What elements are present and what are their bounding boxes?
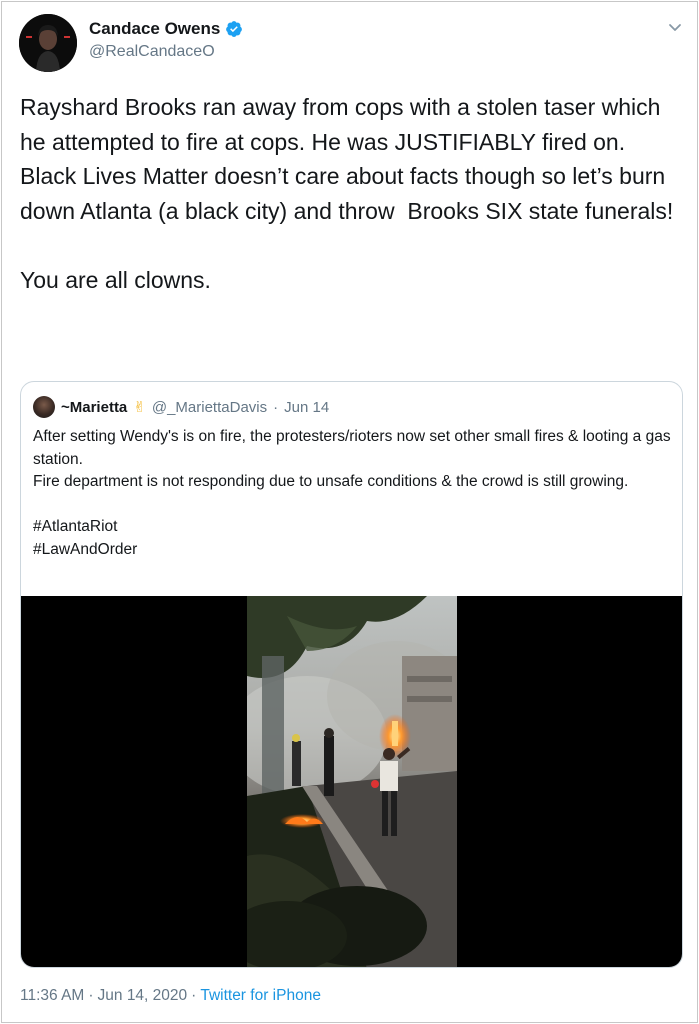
tweet-header: Candace Owens @RealCandaceO — [19, 14, 684, 74]
chevron-down-icon[interactable] — [666, 18, 684, 36]
quoted-date: Jun 14 — [284, 398, 330, 416]
tweet-date[interactable]: Jun 14, 2020 — [98, 987, 188, 1005]
avatar[interactable] — [19, 14, 77, 72]
tweet-source-link[interactable]: Twitter for iPhone — [200, 987, 321, 1005]
quoted-tweet[interactable]: ~Marietta ✌ @_MariettaDavis · Jun 14 Aft… — [20, 381, 683, 968]
display-name[interactable]: Candace Owens — [89, 19, 220, 39]
quoted-tweet-header: ~Marietta ✌ @_MariettaDavis · Jun 14 — [33, 396, 329, 418]
tweet-footer: 11:36 AM · Jun 14, 2020 · Twitter for iP… — [20, 987, 321, 1005]
verified-badge-icon — [225, 20, 243, 38]
tweet-card: Candace Owens @RealCandaceO Rayshard Bro… — [1, 1, 698, 1023]
author-names: Candace Owens @RealCandaceO — [89, 19, 243, 61]
footer-separator: · — [191, 987, 197, 1004]
quoted-display-name: ~Marietta — [61, 398, 128, 416]
quoted-avatar — [33, 396, 55, 418]
video-frame[interactable] — [247, 596, 457, 967]
footer-separator: · — [88, 987, 94, 1004]
quoted-tweet-text: After setting Wendy's is on fire, the pr… — [33, 428, 671, 558]
quoted-separator: · — [273, 398, 279, 416]
tweet-time[interactable]: 11:36 AM — [20, 987, 84, 1005]
tweet-text: Rayshard Brooks ran away from cops with … — [20, 94, 674, 293]
quoted-video[interactable] — [21, 596, 682, 967]
quoted-handle: @_MariettaDavis — [151, 398, 268, 416]
handle[interactable]: @RealCandaceO — [89, 43, 243, 61]
victory-hand-icon: ✌ — [133, 399, 146, 416]
